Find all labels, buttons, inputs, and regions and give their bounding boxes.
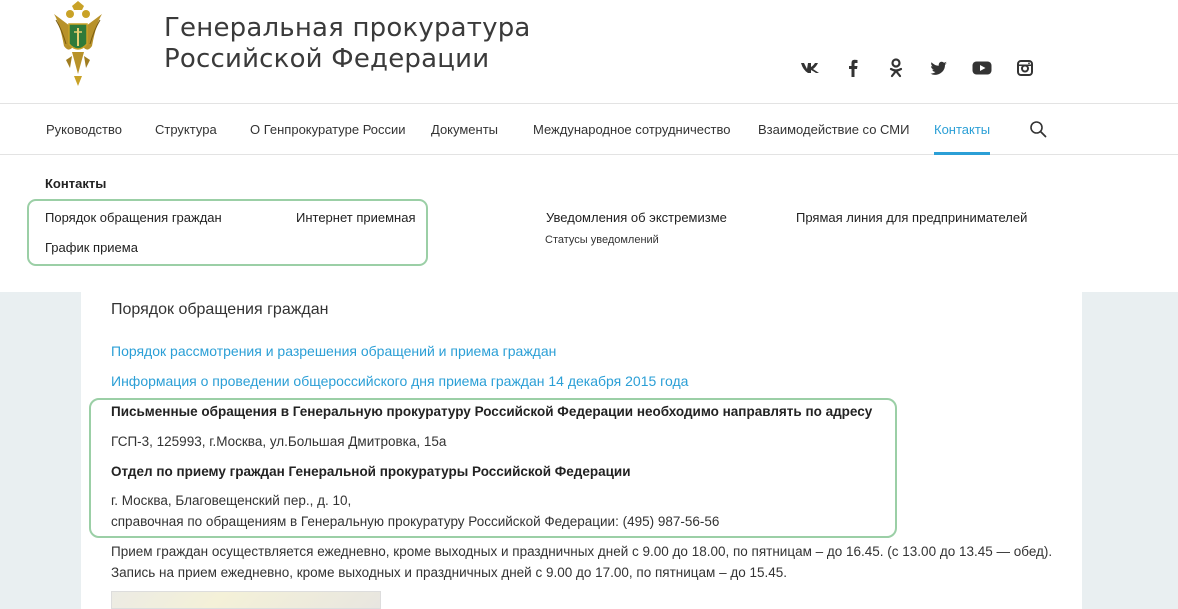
map-thumbnail[interactable] <box>111 591 381 609</box>
reception-address: г. Москва, Благовещенский пер., д. 10, <box>111 493 352 508</box>
odnoklassniki-icon[interactable] <box>884 56 908 80</box>
dropdown-link-statuses[interactable]: Статусы уведомлений <box>545 234 659 246</box>
youtube-icon[interactable] <box>970 56 994 80</box>
main-nav: Руководство Структура О Генпрокуратуре Р… <box>0 104 1178 155</box>
nav-item-contacts[interactable]: Контакты <box>934 122 990 137</box>
reference-phone: справочная по обращениям в Генеральную п… <box>111 514 720 529</box>
social-links <box>798 56 1056 80</box>
site-title-line-1: Генеральная прокуратура <box>164 13 531 43</box>
nav-item-documents[interactable]: Документы <box>431 122 498 137</box>
contacts-dropdown: Контакты Порядок обращения граждан Интер… <box>0 155 1178 292</box>
written-appeals-heading: Письменные обращения в Генеральную проку… <box>111 404 873 419</box>
site-title-line-2: Российской Федерации <box>164 44 490 74</box>
dropdown-title[interactable]: Контакты <box>45 176 106 191</box>
vk-icon[interactable] <box>798 56 822 80</box>
dropdown-link-extremism[interactable]: Уведомления об экстремизме <box>546 210 727 225</box>
site-header: Генеральная прокуратура Российской Федер… <box>0 0 1178 104</box>
dropdown-link-internet[interactable]: Интернет приемная <box>296 210 415 225</box>
instagram-icon[interactable] <box>1013 56 1037 80</box>
reception-hours-text: Прием граждан осуществляется ежедневно, … <box>111 544 1053 580</box>
postal-address: ГСП-3, 125993, г.Москва, ул.Большая Дмит… <box>111 434 447 449</box>
nav-item-media[interactable]: Взаимодействие со СМИ <box>758 122 909 137</box>
procedure-link[interactable]: Порядок рассмотрения и разрешения обраще… <box>111 343 556 359</box>
nav-item-about[interactable]: О Генпрокуратуре России <box>250 122 406 137</box>
dropdown-link-order[interactable]: Порядок обращения граждан <box>45 210 222 225</box>
nav-item-structure[interactable]: Структура <box>155 122 217 137</box>
twitter-icon[interactable] <box>927 56 951 80</box>
dropdown-link-direct-line[interactable]: Прямая линия для предпринимателей <box>796 210 1027 225</box>
emblem-icon[interactable] <box>50 0 106 88</box>
site-title[interactable]: Генеральная прокуратура Российской Федер… <box>164 13 531 75</box>
page-title: Порядок обращения граждан <box>111 301 329 318</box>
search-icon[interactable] <box>1029 120 1047 138</box>
facebook-icon[interactable] <box>841 56 865 80</box>
nav-item-international[interactable]: Международное сотрудничество <box>533 122 730 137</box>
main-content: Порядок обращения граждан Порядок рассмо… <box>81 292 1082 609</box>
nav-item-leadership[interactable]: Руководство <box>46 122 122 137</box>
dropdown-link-schedule[interactable]: График приема <box>45 240 138 255</box>
reception-dept-heading: Отдел по приему граждан Генеральной прок… <box>111 464 631 479</box>
reception-day-link[interactable]: Информация о проведении общероссийского … <box>111 373 688 389</box>
